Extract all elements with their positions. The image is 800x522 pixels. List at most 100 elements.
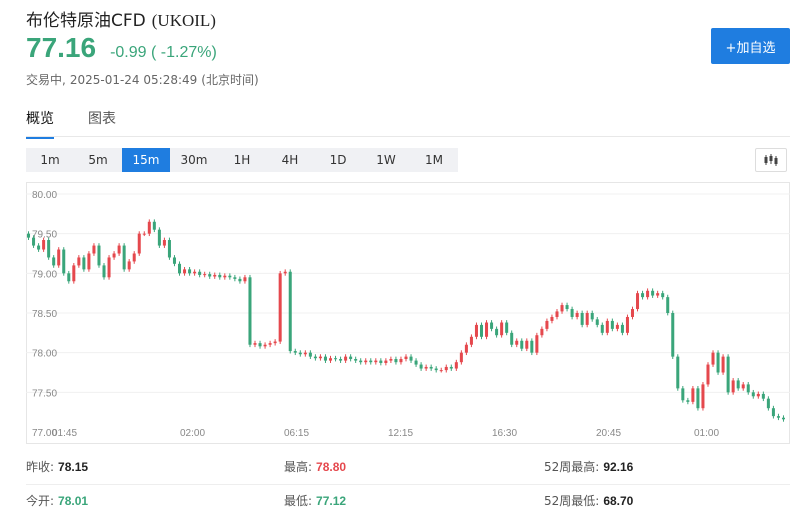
stat-value: 78.80 [316, 460, 347, 474]
candle-body [615, 324, 619, 329]
candle-body [288, 271, 292, 352]
candle-body [781, 417, 785, 420]
candle-body [379, 360, 383, 363]
candle-body [605, 320, 609, 333]
candle-body [238, 278, 242, 282]
y-tick-label: 78.50 [32, 309, 57, 320]
candle-body [62, 249, 66, 274]
candle-body [414, 360, 418, 365]
stat-label: 52周最低: [544, 494, 600, 508]
candle-body [298, 352, 302, 355]
tab-overview[interactable]: 概览 [26, 108, 54, 139]
candle-body [42, 240, 46, 250]
candle-body [243, 277, 247, 282]
candle-body [308, 352, 312, 357]
tab-chart[interactable]: 图表 [88, 108, 116, 139]
interval-30m[interactable]: 30m [170, 148, 218, 172]
candle-body [37, 245, 41, 250]
candle-body [771, 408, 775, 417]
candle-body [439, 370, 443, 372]
candle-body [374, 360, 378, 363]
candle-body [706, 364, 710, 385]
interval-15m[interactable]: 15m [122, 148, 170, 172]
candle-body [595, 319, 599, 325]
candle-body [620, 324, 624, 333]
price-row: 77.16 -0.99 ( -1.27%) [26, 32, 217, 64]
candle-body [72, 265, 76, 282]
candle-body [57, 249, 61, 266]
stat-value: 78.15 [58, 460, 89, 474]
candle-body [585, 313, 589, 325]
x-tick-label: 12:15 [388, 428, 413, 439]
y-tick-label: 77.50 [32, 388, 57, 399]
candle-body [122, 245, 126, 270]
candle-body [198, 271, 202, 275]
candle-body [263, 344, 267, 347]
candle-body [641, 293, 645, 298]
stat-value: 92.16 [603, 460, 634, 474]
candlestick-chart-svg[interactable]: 80.0079.5079.0078.5078.0077.5077.0001:45… [26, 182, 790, 444]
stat-value: 77.12 [316, 494, 347, 508]
interval-1d[interactable]: 1D [314, 148, 362, 172]
candle-body [399, 359, 403, 363]
candle-body [323, 356, 327, 361]
candle-body [92, 245, 96, 254]
candle-body [565, 305, 569, 310]
candle-body [625, 316, 629, 333]
candle-body [52, 257, 56, 266]
candle-body [661, 293, 665, 298]
candle-body [152, 221, 156, 230]
candle-body [172, 257, 176, 264]
candle-body [228, 275, 232, 278]
candle-body [369, 360, 373, 363]
candle-body [27, 233, 31, 238]
price-chart[interactable]: 80.00 79.50 79.00 78.50 78.00 77.50 77.00 01:45… [26, 182, 790, 444]
interval-1w[interactable]: 1W [362, 148, 410, 172]
candle-body [751, 392, 755, 397]
candle-body [248, 277, 252, 345]
candle-body [701, 384, 705, 409]
candle-body [142, 233, 146, 235]
candle-body [555, 311, 559, 317]
candle-body [178, 263, 182, 274]
add-watchlist-button[interactable]: +加自选 [711, 28, 790, 64]
view-tabs: 概览 图表 [26, 108, 150, 139]
candle-body [213, 274, 217, 277]
stat-value: 78.01 [58, 494, 89, 508]
stat-low: 最低: 77.12 [284, 492, 346, 509]
candle-body [419, 364, 423, 369]
candle-body [434, 368, 438, 371]
interval-1h[interactable]: 1H [218, 148, 266, 172]
candle-body [686, 400, 690, 402]
last-price: 77.16 [26, 32, 97, 63]
candle-body [520, 340, 524, 349]
candle-body [278, 273, 282, 342]
candle-body [183, 269, 187, 274]
candle-body [87, 253, 91, 270]
candle-body [736, 380, 740, 389]
x-tick-label: 20:45 [596, 428, 621, 439]
candle-body [67, 273, 71, 282]
interval-5m[interactable]: 5m [74, 148, 122, 172]
price-change: -0.99 ( -1.27%) [110, 44, 217, 61]
interval-4h[interactable]: 4H [266, 148, 314, 172]
stat-label: 52周最高: [544, 460, 600, 474]
candle-body [318, 356, 322, 359]
y-tick-label: 80.00 [32, 190, 57, 201]
y-tick-label: 78.00 [32, 349, 57, 360]
stats-row-1: 昨收: 78.15 最高: 78.80 52周最高: 92.16 [26, 450, 790, 485]
candle-body [147, 221, 151, 234]
candle-body [469, 336, 473, 345]
interval-1m[interactable]: 1M [410, 148, 458, 172]
interval-1m[interactable]: 1m [26, 148, 74, 172]
stat-52w-high: 52周最高: 92.16 [544, 458, 633, 475]
chart-type-button[interactable] [755, 148, 787, 172]
candle-body [630, 309, 634, 317]
candle-body [580, 313, 584, 325]
candle-body [328, 358, 333, 361]
instrument-name: 布伦特原油CFD [26, 11, 146, 31]
candle-body [530, 340, 534, 353]
candle-body [550, 316, 554, 321]
candle-body [681, 388, 685, 401]
candle-body [540, 328, 544, 336]
